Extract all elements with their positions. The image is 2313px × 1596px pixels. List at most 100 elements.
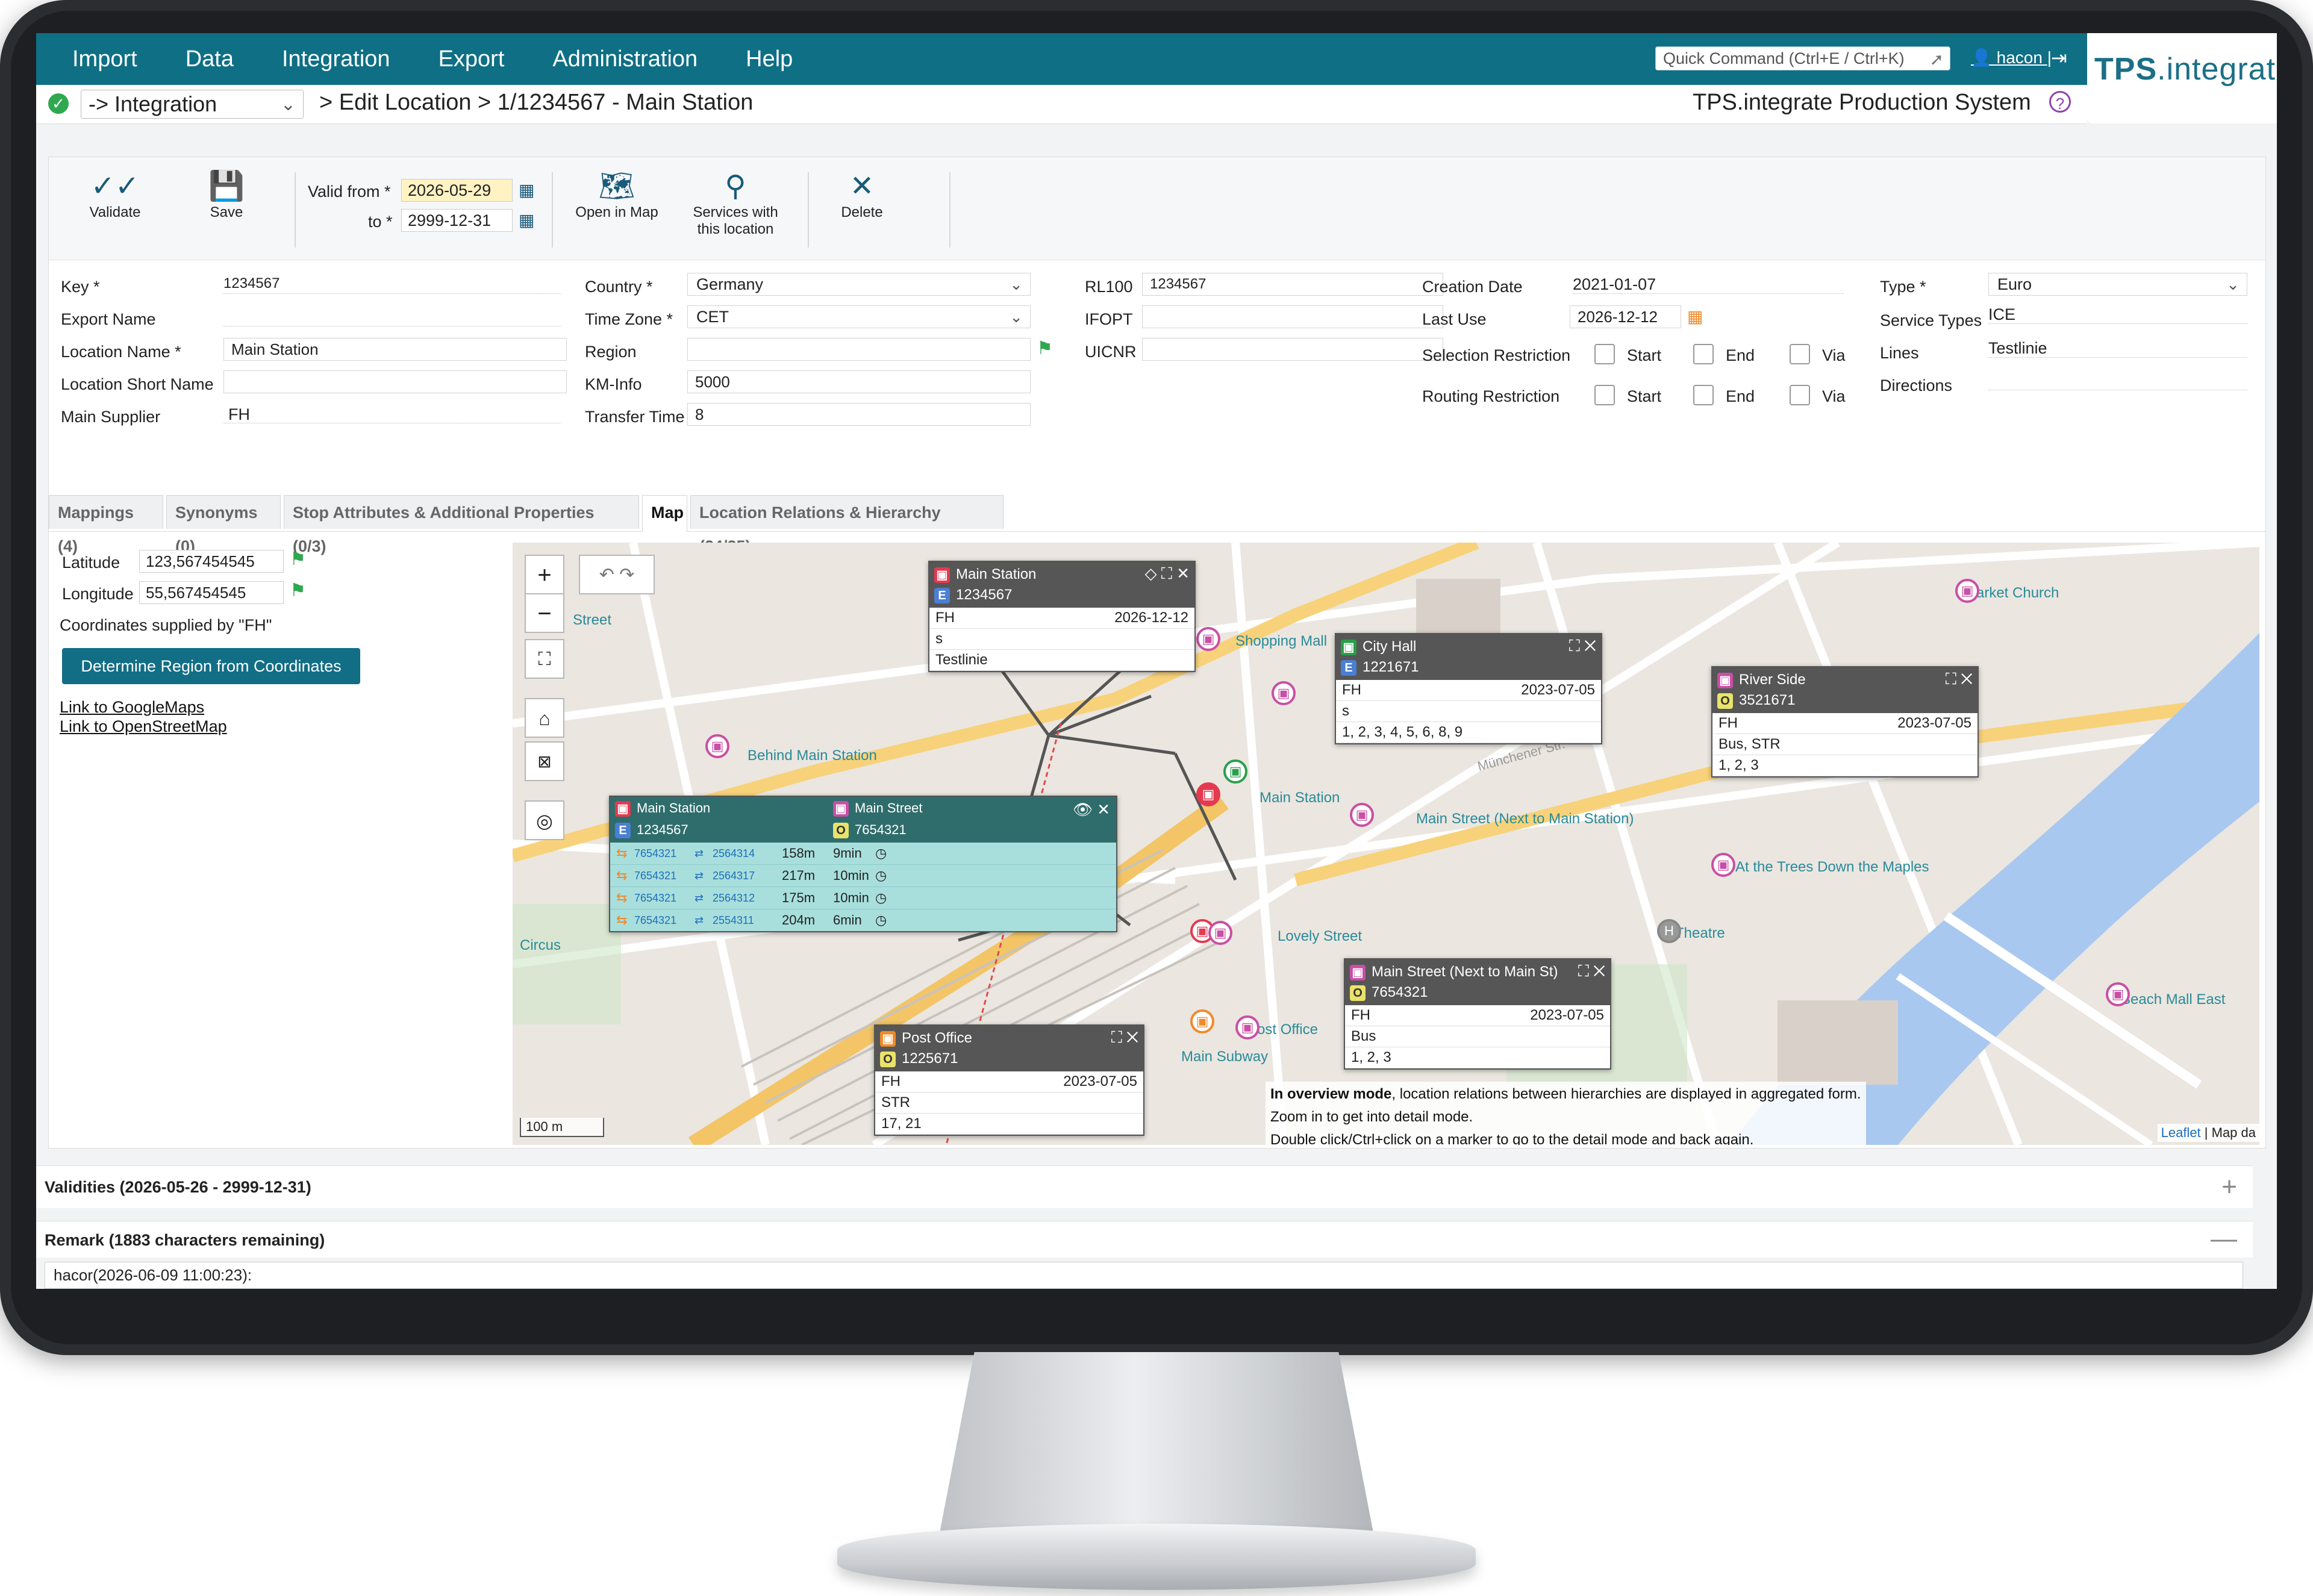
quick-command-placeholder: Quick Command (Ctrl+E / Ctrl+K) bbox=[1663, 49, 1905, 67]
fullscreen-button[interactable]: ⛶ bbox=[525, 639, 564, 679]
remark-title: Remark (1883 characters remaining) bbox=[45, 1231, 325, 1249]
system-name: TPS.integrate Production System bbox=[1693, 90, 2031, 115]
directions-label: Directions bbox=[1880, 376, 1953, 394]
stop-marker[interactable]: ▣ bbox=[705, 734, 729, 758]
calendar-icon[interactable]: ▦ bbox=[519, 180, 534, 200]
locate-icon[interactable]: ◎ bbox=[525, 800, 564, 840]
map-pin-icon[interactable]: ⚑ bbox=[290, 549, 306, 570]
collapse-icon[interactable]: — bbox=[2211, 1224, 2237, 1254]
stop-marker[interactable]: ▣ bbox=[1223, 759, 1247, 784]
save-button[interactable]: 💾 Save bbox=[199, 169, 254, 221]
open-in-map-button[interactable]: 🗺 Open in Map bbox=[572, 169, 662, 221]
time-zone-select[interactable]: CET ⌄ bbox=[687, 305, 1031, 328]
popup-tools[interactable]: ◇ ⛶ ✕ bbox=[1145, 564, 1190, 584]
calendar-icon[interactable]: ▦ bbox=[1687, 307, 1703, 326]
type-select[interactable]: Euro ⌄ bbox=[1988, 273, 2247, 296]
user-link[interactable]: 👤 hacon | bbox=[1971, 48, 2052, 67]
stop-marker[interactable]: H bbox=[1657, 919, 1681, 943]
menu-administration[interactable]: Administration bbox=[552, 46, 698, 72]
delete-button[interactable]: ✕ Delete bbox=[826, 169, 898, 221]
help-icon[interactable]: ? bbox=[2049, 91, 2071, 113]
double-check-icon: ✓✓ bbox=[90, 170, 140, 202]
selection-via-checkbox[interactable] bbox=[1790, 344, 1810, 364]
close-box-icon[interactable]: ⊠ bbox=[525, 741, 564, 781]
menu-data[interactable]: Data bbox=[186, 46, 234, 72]
remark-accordion[interactable]: Remark (1883 characters remaining) — bbox=[36, 1221, 2253, 1258]
routing-end-checkbox[interactable] bbox=[1693, 385, 1714, 405]
export-name-field[interactable] bbox=[223, 308, 561, 326]
stop-marker[interactable]: ▣ bbox=[1350, 803, 1374, 827]
tab-map[interactable]: Map bbox=[642, 495, 687, 532]
stop-marker[interactable]: ▣ bbox=[1711, 853, 1735, 877]
user-name[interactable]: hacon bbox=[1997, 48, 2043, 67]
valid-from-input[interactable]: 2026-05-29 bbox=[401, 179, 513, 202]
uicnr-input[interactable] bbox=[1142, 338, 1443, 361]
google-maps-link[interactable]: Link to GoogleMaps bbox=[60, 698, 204, 717]
routing-start-checkbox[interactable] bbox=[1594, 385, 1615, 405]
home-icon[interactable]: ⌂ bbox=[525, 698, 564, 738]
menu-help[interactable]: Help bbox=[746, 46, 793, 72]
latitude-input[interactable]: 123,567454545 bbox=[139, 550, 284, 573]
remark-textarea[interactable]: hacor(2026-06-09 11:00:23): bbox=[45, 1262, 2243, 1289]
short-name-label: Location Short Name bbox=[61, 375, 214, 393]
tab-location-relations[interactable]: Location Relations & Hierarchy (24/25) bbox=[690, 495, 1004, 555]
ifopt-input[interactable] bbox=[1142, 305, 1443, 328]
map-pin-icon[interactable]: ⚑ bbox=[290, 580, 306, 601]
popup-tools[interactable]: ⛶ ✕ bbox=[1569, 637, 1596, 656]
country-select[interactable]: Germany ⌄ bbox=[687, 273, 1031, 296]
popup-tools[interactable]: ⛶ ✕ bbox=[1111, 1028, 1138, 1047]
selection-start-checkbox[interactable] bbox=[1594, 344, 1615, 364]
menu-integration[interactable]: Integration bbox=[282, 46, 390, 72]
relation-tools[interactable]: 👁 ✕ bbox=[1073, 800, 1110, 819]
region-lookup-icon[interactable]: ⚑ bbox=[1037, 338, 1053, 359]
open-in-map-label: Open in Map bbox=[575, 204, 658, 220]
routing-via-checkbox[interactable] bbox=[1790, 385, 1810, 405]
type-badge: O bbox=[1717, 693, 1733, 709]
popup-row: s bbox=[1336, 701, 1601, 722]
location-name-input[interactable]: Main Station bbox=[223, 338, 567, 361]
km-info-input[interactable]: 5000 bbox=[687, 370, 1031, 393]
integration-selector[interactable]: -> Integration ⌄ bbox=[81, 90, 304, 119]
last-use-input[interactable]: 2026-12-12 bbox=[1570, 305, 1681, 328]
stop-marker[interactable]: ▣ bbox=[1190, 1009, 1214, 1033]
openstreetmap-link[interactable]: Link to OpenStreetMap bbox=[60, 717, 227, 736]
selection-end-checkbox[interactable] bbox=[1693, 344, 1714, 364]
region-input[interactable] bbox=[687, 338, 1031, 361]
services-button[interactable]: ⚲ Services with this location bbox=[687, 169, 784, 238]
tab-synonyms[interactable]: Synonyms (0) bbox=[166, 495, 281, 555]
stop-marker[interactable]: ▣ bbox=[2106, 982, 2130, 1006]
chevron-down-icon: ⌄ bbox=[2226, 275, 2240, 293]
transfer-time-input[interactable]: 8 bbox=[687, 403, 1031, 426]
validate-button[interactable]: ✓✓ Validate bbox=[82, 169, 148, 221]
rocket-icon[interactable]: ➚ bbox=[1930, 49, 1944, 69]
popup-tools[interactable]: ⛶ ✕ bbox=[1946, 670, 1973, 689]
expand-icon[interactable]: + bbox=[2221, 1172, 2237, 1202]
popup-header: ▣ City Hall E 1221671 ⛶ ✕ bbox=[1336, 634, 1601, 680]
leaflet-link[interactable]: Leaflet bbox=[2161, 1125, 2201, 1140]
validities-accordion[interactable]: Validities (2026-05-26 - 2999-12-31) + bbox=[36, 1165, 2253, 1208]
menu-export[interactable]: Export bbox=[439, 46, 505, 72]
tab-stop-attributes[interactable]: Stop Attributes & Additional Properties … bbox=[284, 495, 639, 555]
popup-tools[interactable]: ⛶ ✕ bbox=[1578, 962, 1605, 981]
zoom-out-button[interactable]: − bbox=[525, 593, 564, 633]
stop-marker[interactable]: ▣ bbox=[1208, 921, 1232, 945]
valid-to-input[interactable]: 2999-12-31 bbox=[401, 209, 513, 232]
stop-marker[interactable]: ▣ bbox=[1235, 1015, 1260, 1040]
menu-import[interactable]: Import bbox=[72, 46, 137, 72]
undo-redo-buttons[interactable]: ↶ ↷ bbox=[579, 555, 655, 594]
quick-command-input[interactable]: Quick Command (Ctrl+E / Ctrl+K) ➚ bbox=[1655, 46, 1950, 70]
main-station-marker[interactable]: ▣ bbox=[1196, 782, 1220, 806]
calendar-icon[interactable]: ▦ bbox=[519, 210, 534, 230]
longitude-input[interactable]: 55,567454545 bbox=[139, 581, 284, 604]
zoom-in-button[interactable]: + bbox=[525, 555, 564, 594]
services-label-1: Services with bbox=[693, 204, 778, 220]
logout-icon[interactable]: ⇥ bbox=[2051, 46, 2067, 69]
stop-marker[interactable]: ▣ bbox=[1196, 627, 1220, 651]
short-name-input[interactable] bbox=[223, 370, 567, 393]
stop-marker[interactable]: ▣ bbox=[1272, 681, 1296, 705]
map-view[interactable]: + − ⛶ ⌂ ⊠ ◎ ↶ ↷ Street Shopping Mall Mar… bbox=[513, 543, 2259, 1145]
tab-mappings[interactable]: Mappings (4) bbox=[49, 495, 163, 555]
determine-region-button[interactable]: Determine Region from Coordinates bbox=[62, 648, 360, 684]
rl100-input[interactable]: 1234567 bbox=[1142, 273, 1443, 296]
stop-marker[interactable]: ▣ bbox=[1955, 579, 1979, 603]
